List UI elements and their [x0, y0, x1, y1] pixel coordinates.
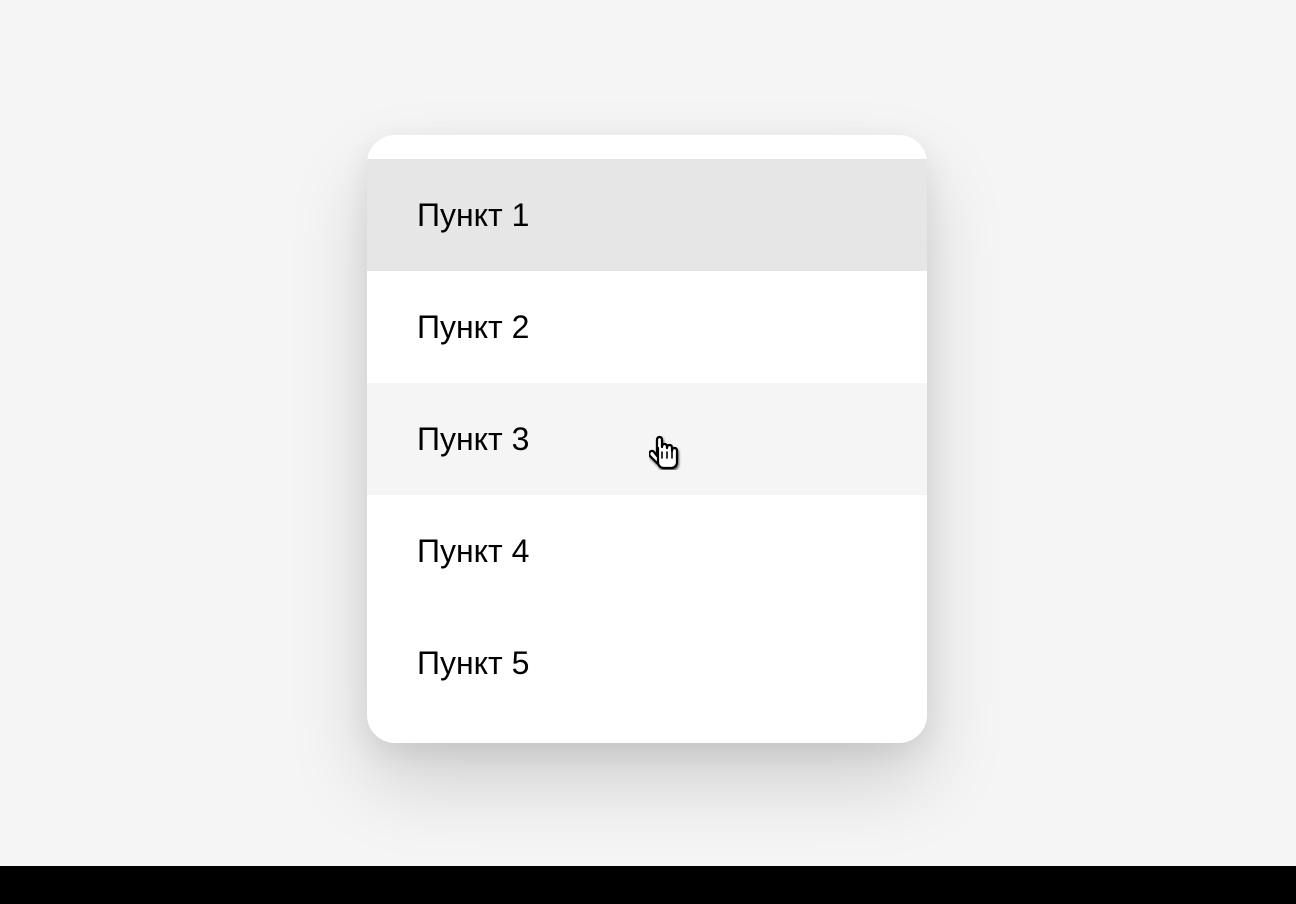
menu-item-5[interactable]: Пункт 5 — [367, 607, 927, 719]
menu-item-2[interactable]: Пункт 2 — [367, 271, 927, 383]
bottom-bar — [0, 866, 1296, 904]
menu-item-label: Пункт 4 — [417, 533, 529, 570]
menu-item-label: Пункт 1 — [417, 197, 529, 234]
menu-item-3[interactable]: Пункт 3 — [367, 383, 927, 495]
menu-item-4[interactable]: Пункт 4 — [367, 495, 927, 607]
menu-item-label: Пункт 3 — [417, 421, 529, 458]
menu-item-label: Пункт 2 — [417, 309, 529, 346]
menu-item-label: Пункт 5 — [417, 645, 529, 682]
menu-card: Пункт 1 Пункт 2 Пункт 3 Пункт 4 Пункт 5 — [367, 135, 927, 743]
menu-item-1[interactable]: Пункт 1 — [367, 159, 927, 271]
